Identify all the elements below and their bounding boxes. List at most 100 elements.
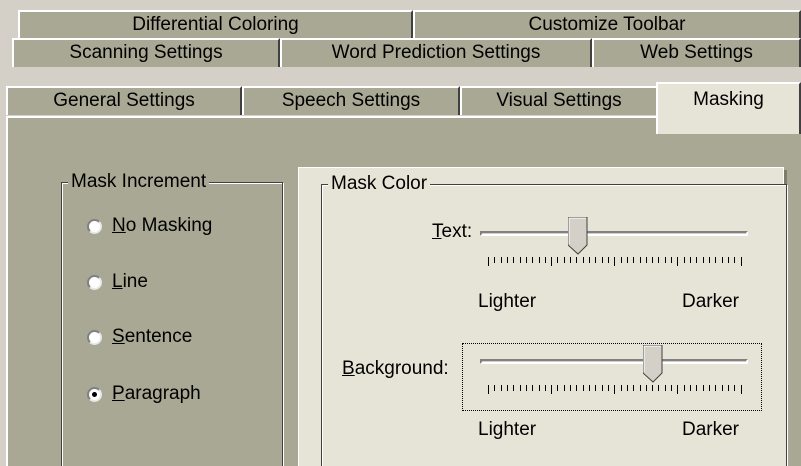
slider-tick	[538, 257, 540, 263]
slider-tick	[582, 385, 584, 391]
slider-tick	[671, 385, 673, 391]
slider-tick	[620, 385, 622, 391]
masking-tab-page: Mask Increment No Masking Line Sentence …	[6, 116, 801, 466]
radio-button[interactable]	[87, 274, 102, 290]
slider-tick	[500, 257, 502, 263]
slider-tick	[494, 385, 496, 391]
tab-visual-settings[interactable]: Visual Settings	[460, 86, 658, 115]
slider-tick	[614, 257, 616, 266]
radio-button[interactable]	[87, 386, 102, 402]
slider-track	[480, 231, 748, 236]
slider-tick	[652, 385, 654, 391]
slider-tick	[683, 385, 685, 391]
slider-tick	[614, 385, 616, 394]
slider-tick	[721, 257, 723, 263]
mask-color-legend: Mask Color	[328, 173, 431, 195]
mask-increment-group: Mask Increment No Masking Line Sentence …	[61, 171, 283, 466]
tab-label: Scanning Settings	[69, 42, 223, 63]
slider-tick	[652, 257, 654, 263]
tab-customize-toolbar[interactable]: Customize Toolbar	[413, 10, 801, 39]
slider-tick	[551, 385, 553, 394]
tab-speech-settings[interactable]: Speech Settings	[242, 86, 460, 115]
tab-label: Differential Coloring	[132, 14, 299, 35]
slider-tick	[721, 385, 723, 391]
slider-tick	[645, 385, 647, 391]
text-slider-label: Text:	[432, 221, 473, 242]
slider-tick	[506, 257, 508, 263]
slider-ticks	[488, 257, 742, 266]
slider-tick	[513, 257, 515, 263]
slider-tick	[734, 385, 736, 391]
slider-tick	[734, 257, 736, 263]
mask-increment-legend: Mask Increment	[68, 171, 210, 193]
mask-color-group: Mask Color Text: Lighter Darker Backgrou…	[321, 173, 787, 466]
slider-tick	[708, 385, 710, 391]
slider-tick	[525, 257, 527, 263]
slider-tick	[601, 385, 603, 391]
radio-label: Sentence	[112, 326, 193, 347]
slider-tick	[488, 385, 489, 394]
radio-sentence[interactable]: Sentence	[87, 326, 192, 348]
slider-tick	[607, 257, 609, 263]
slider-tick	[532, 257, 534, 263]
radio-no-masking[interactable]: No Masking	[87, 215, 212, 237]
slider-tick	[683, 257, 685, 263]
text-slider[interactable]	[480, 217, 750, 277]
slider-tick	[708, 257, 710, 263]
slider-tick	[727, 385, 729, 391]
slider-tick	[690, 385, 691, 391]
slider-tick	[544, 257, 546, 263]
slider-tick	[658, 385, 660, 391]
radio-label: Line	[112, 271, 148, 292]
tab-label: Web Settings	[640, 42, 753, 63]
slider-tick	[570, 257, 572, 263]
slider-tick	[696, 385, 698, 391]
slider-tick	[601, 257, 603, 263]
slider-tick	[715, 257, 717, 263]
slider-tick	[595, 257, 597, 263]
slider-tick	[715, 385, 717, 391]
slider-thumb[interactable]	[568, 217, 588, 255]
slider-thumb[interactable]	[643, 345, 663, 383]
slider-tick	[645, 257, 647, 263]
slider-tick	[607, 385, 609, 391]
slider-tick	[626, 257, 628, 263]
slider-tick	[519, 257, 521, 263]
slider-tick	[639, 385, 641, 391]
slider-tick	[544, 385, 546, 391]
slider-track	[480, 359, 748, 364]
slider-tick	[506, 385, 508, 391]
slider-tick	[633, 385, 635, 391]
tab-label: Customize Toolbar	[528, 14, 686, 35]
radio-button[interactable]	[87, 329, 102, 345]
radio-button[interactable]	[87, 218, 102, 234]
slider-tick	[582, 257, 584, 263]
tab-web-settings[interactable]: Web Settings	[592, 38, 801, 67]
slider-tick	[513, 385, 515, 391]
slider-tick	[626, 385, 628, 391]
mask-color-panel: Mask Color Text: Lighter Darker Backgrou…	[298, 167, 787, 466]
slider-tick	[664, 257, 666, 263]
slider-tick	[702, 257, 704, 263]
background-slider[interactable]	[480, 345, 750, 405]
tab-general-settings[interactable]: General Settings	[6, 86, 242, 115]
tab-label: General Settings	[53, 90, 195, 111]
tab-scanning-settings[interactable]: Scanning Settings	[12, 38, 280, 67]
radio-line[interactable]: Line	[87, 271, 148, 293]
slider-tick	[595, 385, 597, 391]
tab-masking[interactable]: Masking	[656, 82, 801, 134]
slider-tick	[620, 257, 622, 263]
background-darker-label: Darker	[682, 419, 740, 440]
slider-tick	[570, 385, 572, 391]
background-slider-label: Background:	[342, 358, 449, 379]
slider-tick	[494, 257, 496, 263]
slider-tick	[696, 257, 698, 263]
tab-word-prediction-settings[interactable]: Word Prediction Settings	[280, 38, 592, 67]
slider-tick	[664, 385, 666, 391]
slider-tick	[690, 257, 691, 263]
slider-tick	[740, 257, 742, 266]
tab-label: Masking	[693, 89, 764, 110]
slider-tick	[677, 257, 679, 266]
tab-differential-coloring[interactable]: Differential Coloring	[18, 10, 413, 39]
radio-paragraph[interactable]: Paragraph	[87, 383, 201, 405]
